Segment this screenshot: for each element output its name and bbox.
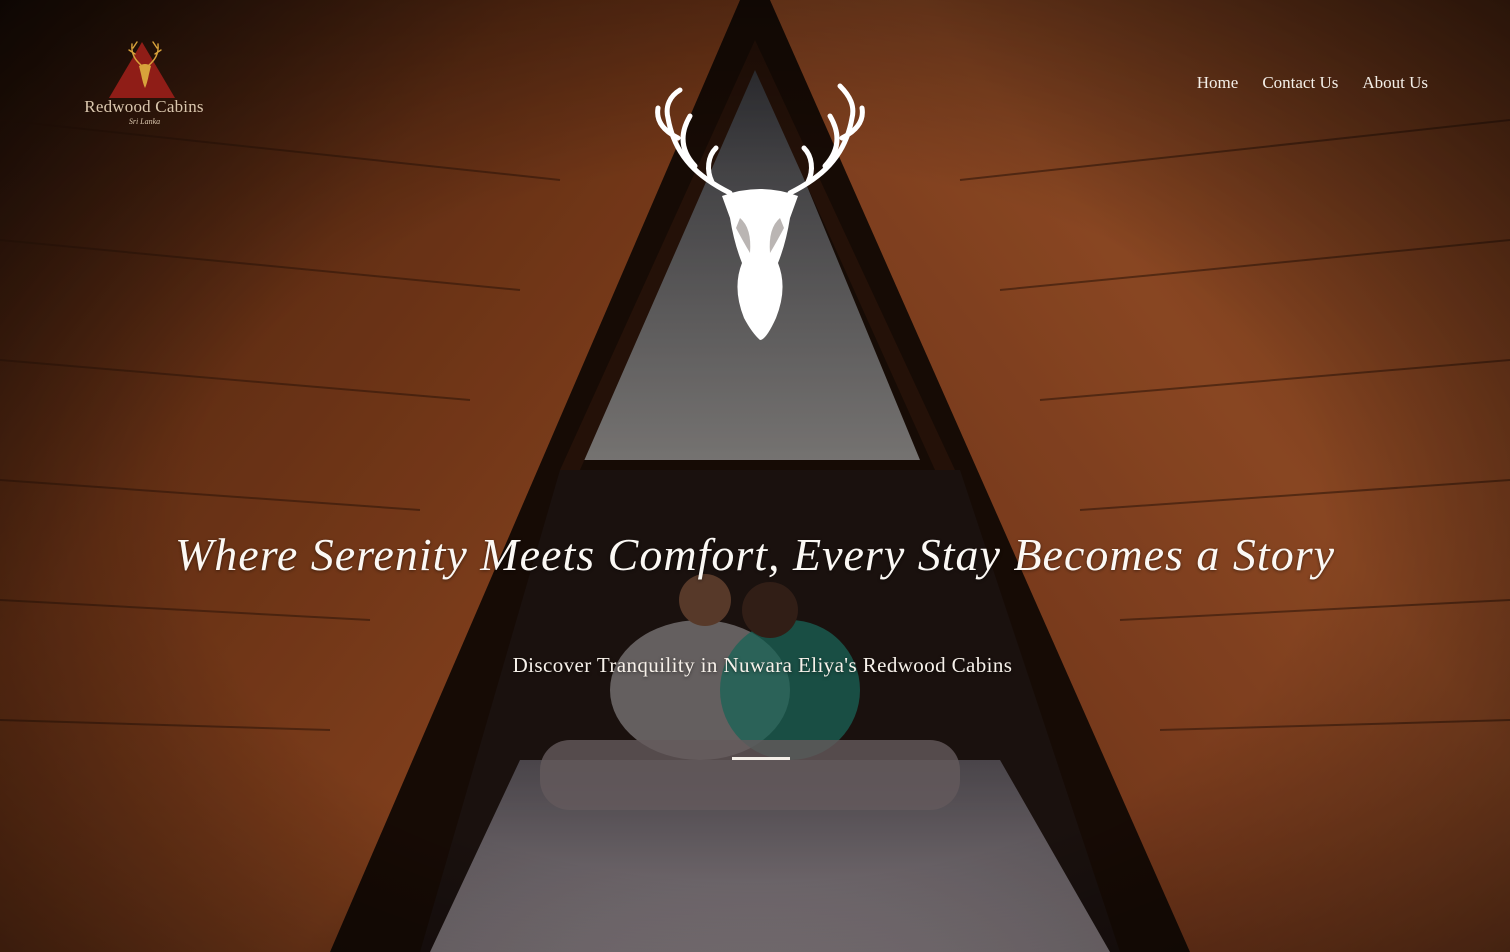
logo-signature: Sri Lanka bbox=[128, 117, 161, 126]
logo-deer-icon bbox=[128, 41, 162, 88]
hero-divider bbox=[732, 757, 790, 760]
main-nav: Home Contact Us About Us bbox=[1197, 73, 1428, 93]
nav-home-link[interactable]: Home bbox=[1197, 73, 1239, 93]
deer-head-icon bbox=[655, 83, 865, 340]
hero-subtitle: Discover Tranquility in Nuwara Eliya's R… bbox=[512, 653, 1013, 677]
hero-tagline: Where Serenity Meets Comfort, Every Stay… bbox=[174, 529, 1336, 580]
nav-contact-link[interactable]: Contact Us bbox=[1262, 73, 1338, 93]
site-logo[interactable]: Redwood Cabins Sri Lanka bbox=[80, 38, 210, 133]
nav-about-link[interactable]: About Us bbox=[1362, 73, 1428, 93]
logo-brand-name: Redwood Cabins bbox=[84, 97, 204, 116]
